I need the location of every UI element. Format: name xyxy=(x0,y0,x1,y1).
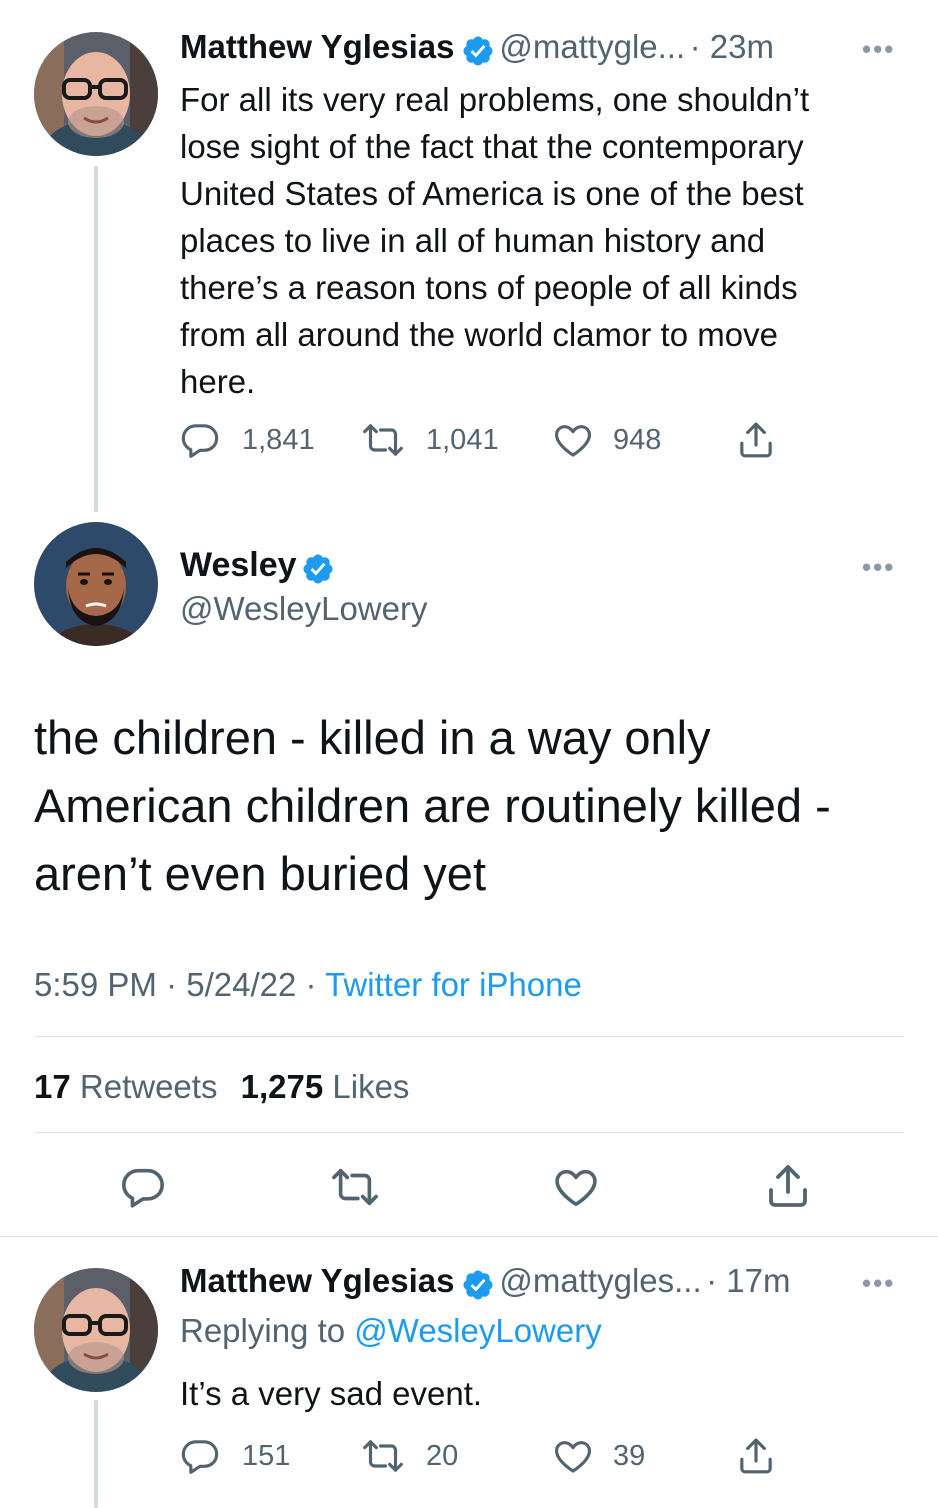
timestamp[interactable]: · 17m xyxy=(706,1262,790,1299)
retweet-count: 1,041 xyxy=(426,423,499,456)
like-button[interactable] xyxy=(552,1164,600,1210)
person-avatar-icon xyxy=(34,1268,158,1392)
verified-badge-icon xyxy=(461,34,495,68)
thread-line xyxy=(94,166,98,512)
likes-stat[interactable]: 1,275 Likes xyxy=(241,1068,410,1105)
text-line: aren’t even buried yet xyxy=(34,847,487,900)
share-button[interactable] xyxy=(736,1436,776,1476)
author-name[interactable]: Matthew Yglesias xyxy=(180,1262,455,1299)
likes-count: 1,275 xyxy=(240,1068,324,1105)
share-icon xyxy=(736,1436,776,1476)
text-line: American children are routinely killed - xyxy=(34,779,831,832)
like-button[interactable]: 948 xyxy=(553,420,661,460)
tweet-datetime[interactable]: 5:59 PM · 5/24/22 · xyxy=(34,966,325,1003)
main-author: Wesley xyxy=(180,546,335,586)
retweet-icon xyxy=(362,1436,404,1476)
retweet-button[interactable]: 20 xyxy=(362,1436,458,1476)
text-line: places to live in all of human history a… xyxy=(180,222,766,259)
replying-to: Replying to @WesleyLowery xyxy=(180,1312,602,1350)
author-name[interactable]: Wesley xyxy=(180,546,297,584)
tweet3-text: It’s a very sad event. xyxy=(180,1375,483,1412)
text-line: For all its very real problems, one shou… xyxy=(180,81,810,118)
share-icon xyxy=(764,1162,812,1210)
retweet-count: 20 xyxy=(426,1439,459,1472)
replying-prefix: Replying to xyxy=(180,1312,355,1349)
divider xyxy=(34,1036,904,1037)
person-avatar-icon xyxy=(34,32,158,156)
engagement-stats: 17 Retweets 1,275 Likes xyxy=(34,1068,409,1106)
avatar-matthew-bottom[interactable] xyxy=(34,1268,158,1392)
text-line: United States of America is one of the b… xyxy=(180,175,804,212)
retweet-button[interactable] xyxy=(330,1164,380,1210)
timestamp[interactable]: · 23m xyxy=(690,28,774,65)
author-handle[interactable]: @WesleyLowery xyxy=(180,590,427,628)
retweets-stat[interactable]: 17 Retweets xyxy=(34,1068,217,1105)
retweet-icon xyxy=(362,420,404,460)
more-icon[interactable]: ••• xyxy=(862,552,895,583)
divider xyxy=(0,1236,938,1237)
like-icon xyxy=(553,1436,593,1476)
divider xyxy=(34,1132,904,1133)
avatar-matthew-top[interactable] xyxy=(34,32,158,156)
share-button[interactable] xyxy=(764,1162,812,1210)
like-count: 39 xyxy=(613,1439,646,1472)
text-line: lose sight of the fact that the contempo… xyxy=(180,128,804,165)
text-line: there’s a reason tons of people of all k… xyxy=(180,269,798,306)
author-name[interactable]: Matthew Yglesias xyxy=(180,28,455,65)
more-icon[interactable]: ••• xyxy=(862,34,895,65)
share-button[interactable] xyxy=(736,420,776,460)
author-handle[interactable]: @mattygle... xyxy=(499,28,685,65)
retweet-button[interactable]: 1,041 xyxy=(362,420,499,460)
like-icon xyxy=(553,420,593,460)
avatar-wesley[interactable] xyxy=(34,522,158,646)
share-icon xyxy=(736,420,776,460)
reply-button[interactable] xyxy=(120,1164,166,1210)
reply-icon xyxy=(180,1436,220,1476)
text-line: from all around the world clamor to move xyxy=(180,316,778,353)
tweet1-text: For all its very real problems, one shou… xyxy=(180,76,910,405)
retweet-icon xyxy=(330,1164,380,1210)
reply-button[interactable]: 151 xyxy=(180,1436,290,1476)
verified-badge-icon xyxy=(301,552,335,586)
reply-count: 1,841 xyxy=(242,423,315,456)
text-line: here. xyxy=(180,363,256,400)
person-avatar-icon xyxy=(34,522,158,646)
author-handle[interactable]: @mattygles... xyxy=(499,1262,701,1299)
retweets-label: Retweets xyxy=(79,1068,218,1105)
verified-badge-icon xyxy=(461,1268,495,1302)
tweet1-header: Matthew Yglesias @mattygle... · 23m xyxy=(180,28,830,68)
more-icon[interactable]: ••• xyxy=(862,1268,895,1299)
reply-button[interactable]: 1,841 xyxy=(180,420,315,460)
retweets-count: 17 xyxy=(34,1068,71,1105)
tweet-meta: 5:59 PM · 5/24/22 · Twitter for iPhone xyxy=(34,966,582,1004)
reply-icon xyxy=(120,1164,166,1210)
main-tweet-text: the children - killed in a way only Amer… xyxy=(34,704,914,908)
tweet3-header: Matthew Yglesias @mattygles... · 17m xyxy=(180,1262,840,1302)
likes-label: Likes xyxy=(332,1068,410,1105)
thread-line xyxy=(94,1400,98,1508)
like-count: 948 xyxy=(613,423,662,456)
reply-icon xyxy=(180,420,220,460)
text-line: the children - killed in a way only xyxy=(34,711,711,764)
replying-to-link[interactable]: @WesleyLowery xyxy=(354,1312,601,1349)
like-button[interactable]: 39 xyxy=(553,1436,645,1476)
reply-count: 151 xyxy=(242,1439,291,1472)
like-icon xyxy=(552,1164,600,1210)
tweet-source-link[interactable]: Twitter for iPhone xyxy=(325,966,582,1003)
